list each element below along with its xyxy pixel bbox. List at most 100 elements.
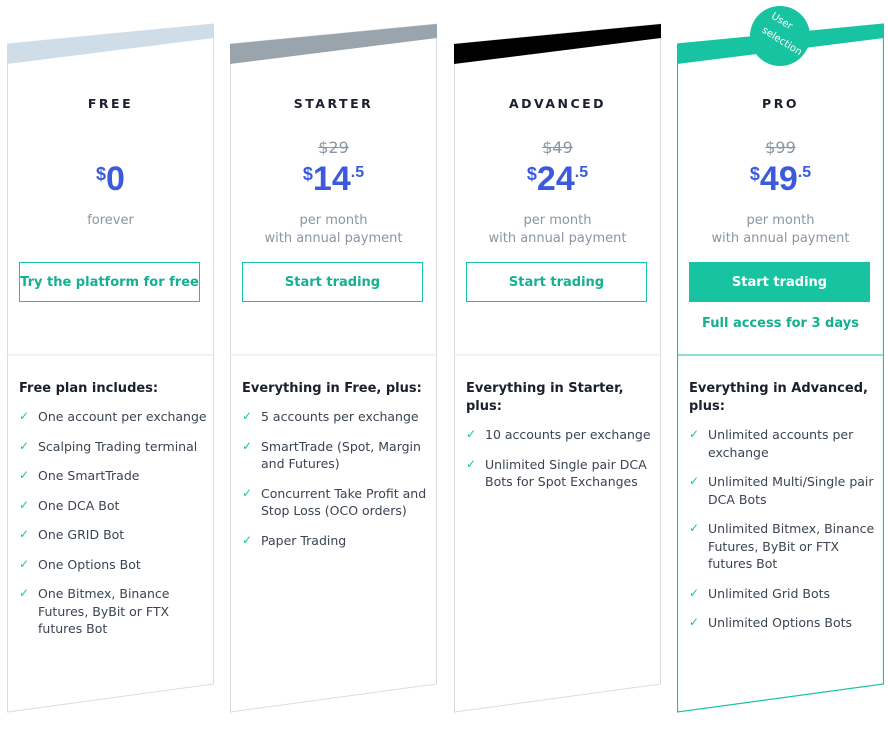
check-icon: ✓ [19, 468, 30, 482]
list-item: ✓ One Bitmex, Binance Futures, ByBit or F… [19, 585, 207, 638]
feature-text: Concurrent Take Profit and Stop Loss (OC… [261, 485, 427, 519]
price-integer: 24 [536, 160, 575, 198]
list-item: ✓ Paper Trading [242, 532, 430, 550]
feature-text: One Bitmex, Binance Futures, ByBit or FT… [38, 586, 170, 636]
check-icon: ✓ [689, 585, 700, 600]
period-line-1: per month [299, 213, 368, 228]
features-heading: Everything in Starter, plus: [466, 381, 624, 414]
plan-price: $24.5 [454, 160, 661, 199]
start-trading-button[interactable]: Start trading [242, 262, 423, 302]
price-currency: $ [526, 164, 537, 184]
period-line-2: with annual payment [711, 231, 850, 246]
list-item: ✓ 10 accounts per exchange [466, 426, 654, 444]
plan-card-advanced: ADVANCED $49 $24.5 per month with annual… [454, 22, 661, 714]
user-selection-badge: User selection [750, 6, 810, 66]
price-fraction: .5 [797, 164, 812, 181]
check-icon: ✓ [242, 409, 253, 423]
check-icon: ✓ [689, 427, 700, 441]
card-outline [230, 23, 437, 713]
feature-text: One DCA Bot [38, 497, 120, 513]
plan-name: PRO [762, 96, 799, 111]
check-icon: ✓ [19, 409, 30, 423]
check-icon: ✓ [19, 497, 30, 512]
feature-list: Everything in Starter, plus: ✓ 10 account… [466, 380, 654, 503]
try-free-button[interactable]: Try the platform for free [19, 262, 200, 302]
old-price: $29 [318, 138, 349, 157]
price-currency: $ [96, 164, 107, 184]
feature-text: Unlimited Multi/Single pair DCA Bots [708, 474, 874, 507]
plan-card-pro: PRO $99 $49.5 per month with annual paym… [677, 22, 884, 714]
price-fraction: .5 [350, 164, 365, 181]
features-heading: Everything in Advanced, plus: [689, 381, 868, 414]
feature-text: Unlimited Options Bots [708, 615, 853, 630]
period-line-2: with annual payment [488, 231, 627, 246]
start-trading-button[interactable]: Start trading [466, 262, 647, 302]
price-period: per month with annual payment [454, 212, 661, 248]
feature-text: SmartTrade (Spot, Margin and Futures) [261, 438, 421, 472]
feature-text: Unlimited Single pair DCA Bots for Spot … [485, 456, 647, 490]
check-icon: ✓ [466, 427, 477, 441]
price-integer: 49 [759, 160, 798, 198]
list-item: ✓ Scalping Trading terminal [19, 438, 207, 456]
plan-name: STARTER [293, 96, 374, 111]
feature-list: Free plan includes: ✓ One account per exc… [19, 380, 207, 650]
check-icon: ✓ [19, 527, 30, 541]
feature-list: Everything in Advanced, plus: ✓ Unlimited… [689, 380, 877, 644]
check-icon: ✓ [689, 521, 700, 535]
feature-text: One Options Bot [38, 556, 141, 572]
check-icon: ✓ [242, 532, 253, 547]
feature-text: Unlimited accounts per exchange [708, 427, 854, 460]
list-item: ✓ One DCA Bot [19, 497, 207, 515]
check-icon: ✓ [689, 474, 700, 488]
feature-list: Everything in Free, plus: ✓ 5 accounts pe… [242, 380, 430, 561]
list-item: ✓ Unlimited Grid Bots [689, 585, 877, 603]
card-outline [454, 23, 661, 713]
list-item: ✓ Concurrent Take Profit and Stop Loss (O… [242, 485, 430, 520]
feature-text: Unlimited Bitmex, Binance Futures, ByBit… [708, 521, 875, 571]
price-fraction: .5 [574, 164, 589, 181]
list-item: ✓ Unlimited accounts per exchange [689, 426, 877, 461]
period-line-1: forever [87, 213, 134, 228]
price-period: per month with annual payment [677, 212, 884, 248]
list-item: ✓ One account per exchange [19, 408, 207, 426]
list-item: ✓ SmartTrade (Spot, Margin and Futures) [242, 438, 430, 473]
plan-card-free: FREE $0 forever Try the platform for fre… [7, 22, 214, 714]
list-item: ✓ Unlimited Bitmex, Binance Futures, ByBi… [689, 520, 877, 573]
plan-price: $14.5 [230, 160, 437, 199]
list-item: ✓ One GRID Bot [19, 526, 207, 544]
price-currency: $ [749, 164, 760, 184]
list-item: ✓ Unlimited Options Bots [689, 614, 877, 632]
check-icon: ✓ [242, 485, 253, 500]
old-price: $99 [765, 138, 796, 157]
start-trading-button[interactable]: Start trading [689, 262, 870, 302]
plan-name: ADVANCED [508, 96, 607, 111]
check-icon: ✓ [466, 456, 477, 471]
price-integer: 14 [312, 160, 351, 198]
plan-name: FREE [87, 96, 134, 111]
feature-text: Scalping Trading terminal [38, 438, 198, 454]
feature-text: One SmartTrade [38, 468, 140, 483]
price-period: forever [7, 212, 214, 230]
period-line-2: with annual payment [264, 231, 403, 246]
feature-text: One GRID Bot [38, 527, 125, 542]
plan-price: $0 [7, 160, 214, 199]
period-line-1: per month [746, 213, 815, 228]
period-line-1: per month [523, 213, 592, 228]
feature-text: One account per exchange [38, 409, 207, 424]
price-currency: $ [302, 164, 313, 184]
features-heading: Free plan includes: [19, 381, 159, 396]
check-icon: ✓ [242, 438, 253, 453]
feature-text: 5 accounts per exchange [261, 409, 419, 424]
old-price: $49 [542, 138, 573, 157]
plan-card-starter: STARTER $29 $14.5 per month with annual … [230, 22, 437, 714]
list-item: ✓ One SmartTrade [19, 467, 207, 485]
feature-text: Paper Trading [261, 532, 347, 548]
list-item: ✓ Unlimited Multi/Single pair DCA Bots [689, 473, 877, 508]
feature-text: Unlimited Grid Bots [708, 585, 831, 601]
feature-text: 10 accounts per exchange [485, 427, 651, 442]
check-icon: ✓ [19, 556, 30, 571]
list-item: ✓ 5 accounts per exchange [242, 408, 430, 426]
features-heading: Everything in Free, plus: [242, 381, 422, 396]
price-integer: 0 [106, 160, 125, 198]
check-icon: ✓ [689, 615, 700, 629]
